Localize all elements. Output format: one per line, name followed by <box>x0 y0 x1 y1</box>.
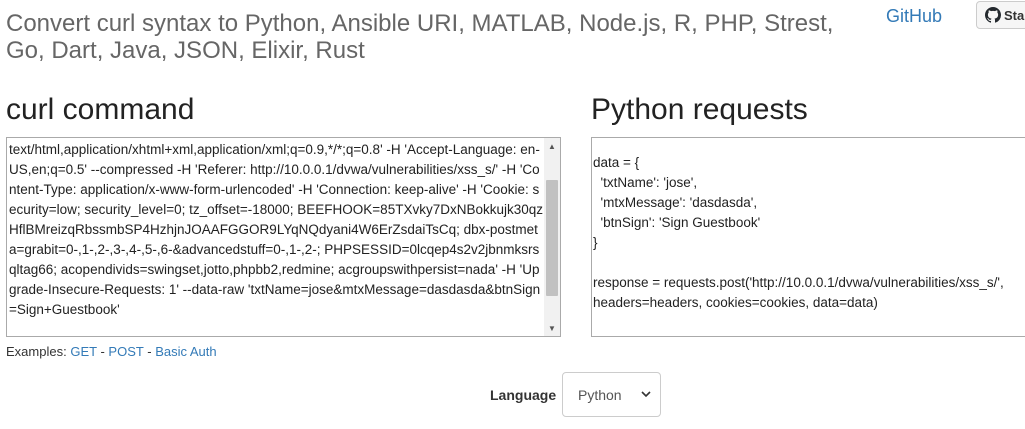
github-star-button[interactable]: Star <box>976 1 1025 29</box>
scrollbar-thumb[interactable] <box>546 180 558 296</box>
language-label: Language <box>490 387 557 403</box>
scroll-up-arrow-icon[interactable]: ▲ <box>544 138 560 154</box>
examples-label: Examples: <box>6 344 67 359</box>
curl-command-textarea[interactable]: text/html,application/xhtml+xml,applicat… <box>6 137 561 337</box>
python-output-code: data = { 'txtName': 'jose', 'mtxMessage'… <box>593 155 1004 310</box>
github-icon <box>985 7 1001 23</box>
example-get-link[interactable]: GET <box>70 344 97 359</box>
curl-textarea-scrollbar[interactable]: ▲ ▼ <box>544 138 560 336</box>
language-select[interactable]: Python <box>562 372 661 417</box>
page-headline: Convert curl syntax to Python, Ansible U… <box>6 10 834 64</box>
python-output-box[interactable]: data = { 'txtName': 'jose', 'mtxMessage'… <box>591 137 1025 337</box>
example-basic-auth-link[interactable]: Basic Auth <box>155 344 216 359</box>
scroll-down-arrow-icon[interactable]: ▼ <box>544 320 560 336</box>
examples-row: Examples: GET - POST - Basic Auth <box>6 344 217 359</box>
chevron-down-icon <box>641 391 651 398</box>
github-star-label: Star <box>1004 7 1025 23</box>
curl-command-text: text/html,application/xhtml+xml,applicat… <box>9 142 544 317</box>
github-link[interactable]: GitHub <box>886 6 942 27</box>
curl-command-title: curl command <box>6 93 195 126</box>
examples-separator: - <box>100 344 105 359</box>
python-requests-title: Python requests <box>591 93 808 126</box>
language-selected-value: Python <box>578 386 622 403</box>
examples-separator: - <box>147 344 152 359</box>
example-post-link[interactable]: POST <box>108 344 143 359</box>
